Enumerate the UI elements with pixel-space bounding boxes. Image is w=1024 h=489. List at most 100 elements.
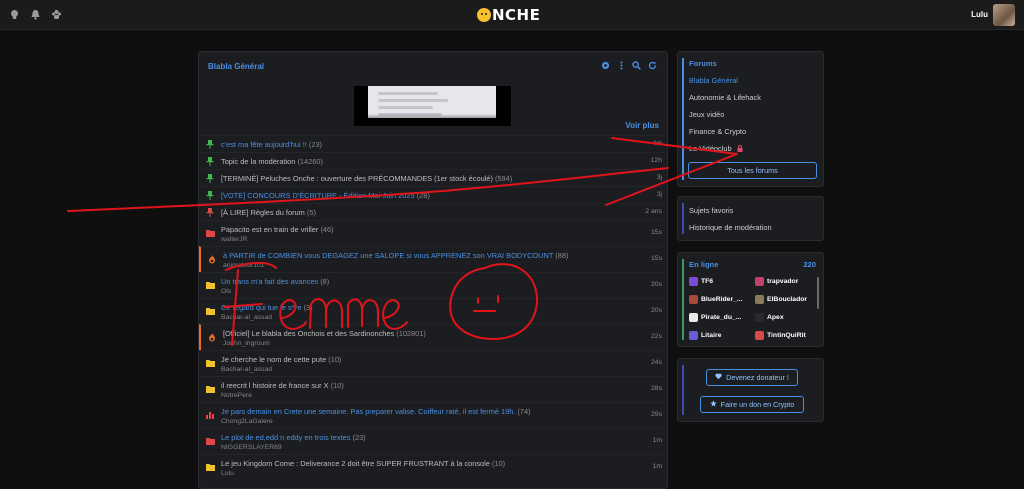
online-user-name: BlueRider_... — [701, 296, 743, 303]
topic-title[interactable]: [Officiel] Le blabla des Onchois et des … — [223, 329, 426, 338]
topic-row[interactable]: c'est ma fête aujourd'hui !! (23) 4m — [199, 135, 667, 152]
more-icon[interactable] — [617, 61, 626, 70]
gear-icon[interactable] — [601, 61, 610, 70]
donate-panel: Devenez donateur ! Faire un don en Crypt… — [677, 358, 824, 422]
forum-link-autonomie[interactable]: Autonomie & Lifehack — [689, 93, 761, 102]
pin-icon — [206, 140, 214, 149]
search-icon[interactable] — [632, 61, 641, 70]
topic-title[interactable]: Topic de la modération (14260) — [221, 157, 323, 166]
topic-author[interactable]: walterJR — [221, 236, 247, 243]
topic-author[interactable]: Ols — [221, 288, 231, 295]
topic-author[interactable]: Lulu — [221, 470, 234, 477]
topic-row[interactable]: [Officiel] Le blabla des Onchois et des … — [199, 324, 667, 350]
online-scrollbar[interactable] — [817, 277, 819, 309]
online-title: En ligne — [689, 260, 719, 269]
crypto-donate-label: Faire un don en Crypto — [720, 400, 795, 409]
topic-author[interactable]: NIGGERSLAYER69 — [221, 444, 282, 451]
online-user[interactable]: Pirate_du_... — [689, 313, 741, 322]
avatar[interactable] — [993, 4, 1015, 26]
topic-title[interactable]: [VOTE] CONCOURS D'ÉCRITURE - Édition Mai… — [221, 191, 430, 200]
topic-title[interactable]: Un trans m'a fait des avances (8) — [221, 277, 329, 286]
crypto-donate-button[interactable]: Faire un don en Crypto — [700, 396, 804, 413]
site-logo[interactable]: NCHE — [477, 6, 540, 24]
online-user-name: TF6 — [701, 278, 714, 285]
topic-row[interactable]: Je pars demain en Crete une semaine. Pas… — [199, 402, 667, 428]
topic-author[interactable]: Bachar-al_assad — [221, 314, 272, 321]
topic-title[interactable]: à PARTIR de COMBIEN vous DEGAGEZ une SAL… — [223, 251, 568, 260]
donor-button[interactable]: Devenez donateur ! — [706, 369, 798, 386]
topic-time: 1m — [652, 463, 662, 470]
pin-icon — [206, 208, 214, 217]
user-avatar — [755, 277, 764, 286]
topic-title[interactable]: Le plot de ed,edd n eddy en trois textes… — [221, 433, 366, 442]
chart-icon — [206, 411, 214, 419]
topic-reply-count: (102801) — [396, 329, 426, 338]
topic-reply-count: (8) — [320, 277, 330, 286]
topic-title[interactable]: Ce regard qui tue le s**e (3) — [221, 303, 313, 312]
moderation-history-link[interactable]: Historique de modération — [689, 223, 772, 232]
topic-title-text: c'est ma fête aujourd'hui !! — [221, 140, 307, 149]
top-bar: NCHE Lulu — [0, 0, 1024, 30]
topic-title[interactable]: Le jeu Kingdom Come : Deliverance 2 doit… — [221, 459, 505, 468]
online-user-name: TintinQuiRit — [767, 332, 806, 339]
forum-link-videoclub[interactable]: Le Vidéoclub — [689, 144, 743, 154]
topic-time: 12h — [650, 157, 662, 164]
online-user[interactable]: Litaire — [689, 331, 721, 340]
topic-title[interactable]: Je pars demain en Crete une semaine. Pas… — [221, 407, 531, 416]
forum-link-jeux-video[interactable]: Jeux vidéo — [689, 110, 724, 119]
topic-row[interactable]: Le jeu Kingdom Come : Deliverance 2 doit… — [199, 454, 667, 480]
users-icon[interactable] — [51, 9, 62, 20]
topic-time: 20s — [651, 307, 662, 314]
user-avatar — [689, 313, 698, 322]
topic-row[interactable]: Papacito est en train de vriller (46) wal… — [199, 220, 667, 246]
topic-row[interactable]: Le plot de ed,edd n eddy en trois textes… — [199, 428, 667, 454]
lightbulb-icon[interactable] — [9, 9, 20, 20]
online-user[interactable]: BlueRider_... — [689, 295, 743, 304]
topic-title[interactable]: [TERMINÉ] Peluches Onche : ouverture des… — [221, 174, 512, 183]
topic-author[interactable]: animateur101 — [223, 262, 265, 269]
topic-time: 15s — [651, 229, 662, 236]
username[interactable]: Lulu — [971, 10, 988, 19]
topic-title[interactable]: [À LIRE] Règles du forum (5) — [221, 208, 316, 217]
online-user[interactable]: ElBouclador — [755, 295, 807, 304]
topic-row[interactable]: il reecrit l histoire de france sur X (1… — [199, 376, 667, 402]
topic-author[interactable]: Bachar-al_assad — [221, 366, 272, 373]
banner-image[interactable] — [354, 86, 511, 126]
topic-row[interactable]: Ce regard qui tue le s**e (3) Bachar-al_a… — [199, 298, 667, 324]
topic-row[interactable]: Topic de la modération (14260) 12h — [199, 152, 667, 169]
all-forums-button[interactable]: Tous les forums — [688, 162, 817, 179]
topic-title[interactable]: c'est ma fête aujourd'hui !! (23) — [221, 140, 322, 149]
topic-time: 4m — [652, 140, 662, 147]
topic-row[interactable]: [VOTE] CONCOURS D'ÉCRITURE - Édition Mai… — [199, 186, 667, 203]
topic-title[interactable]: Papacito est en train de vriller (46) — [221, 225, 334, 234]
topic-row[interactable]: Un trans m'a fait des avances (8) Ols 20s — [199, 272, 667, 298]
bell-icon[interactable] — [30, 9, 41, 20]
topic-title-text: [TERMINÉ] Peluches Onche : ouverture des… — [221, 174, 493, 183]
online-user[interactable]: TintinQuiRit — [755, 331, 806, 340]
topic-row[interactable]: à PARTIR de COMBIEN vous DEGAGEZ une SAL… — [199, 246, 667, 272]
folder-icon — [206, 437, 215, 445]
topic-author[interactable]: Chong2LaGalere — [221, 418, 273, 425]
topic-time: 28s — [651, 385, 662, 392]
user-avatar — [689, 295, 698, 304]
fire-icon — [208, 255, 216, 264]
topic-row[interactable]: [TERMINÉ] Peluches Onche : ouverture des… — [199, 169, 667, 186]
topic-author[interactable]: Jouhn_ingroum — [223, 340, 270, 347]
topic-time: 3j — [656, 174, 662, 181]
topic-title[interactable]: il reecrit l histoire de france sur X (1… — [221, 381, 344, 390]
user-avatar — [689, 277, 698, 286]
refresh-icon[interactable] — [648, 61, 657, 70]
online-user[interactable]: Apex — [755, 313, 784, 322]
forum-link-blabla[interactable]: Blabla Général — [689, 76, 738, 85]
topic-title[interactable]: Je cherche le nom de cette pute (10) — [221, 355, 341, 364]
online-user[interactable]: TF6 — [689, 277, 713, 286]
favorites-link[interactable]: Sujets favoris — [689, 206, 733, 215]
online-user[interactable]: trapvador — [755, 277, 798, 286]
topic-row[interactable]: Je cherche le nom de cette pute (10) Bach… — [199, 350, 667, 376]
topic-row[interactable]: [À LIRE] Règles du forum (5) 2 ans — [199, 203, 667, 220]
board-title[interactable]: Blabla Général — [208, 62, 264, 71]
topic-reply-count: (14260) — [297, 157, 323, 166]
topic-author[interactable]: NotrePere — [221, 392, 252, 399]
forum-link-finance[interactable]: Finance & Crypto — [689, 127, 746, 136]
voir-plus-link[interactable]: Voir plus — [625, 121, 659, 130]
